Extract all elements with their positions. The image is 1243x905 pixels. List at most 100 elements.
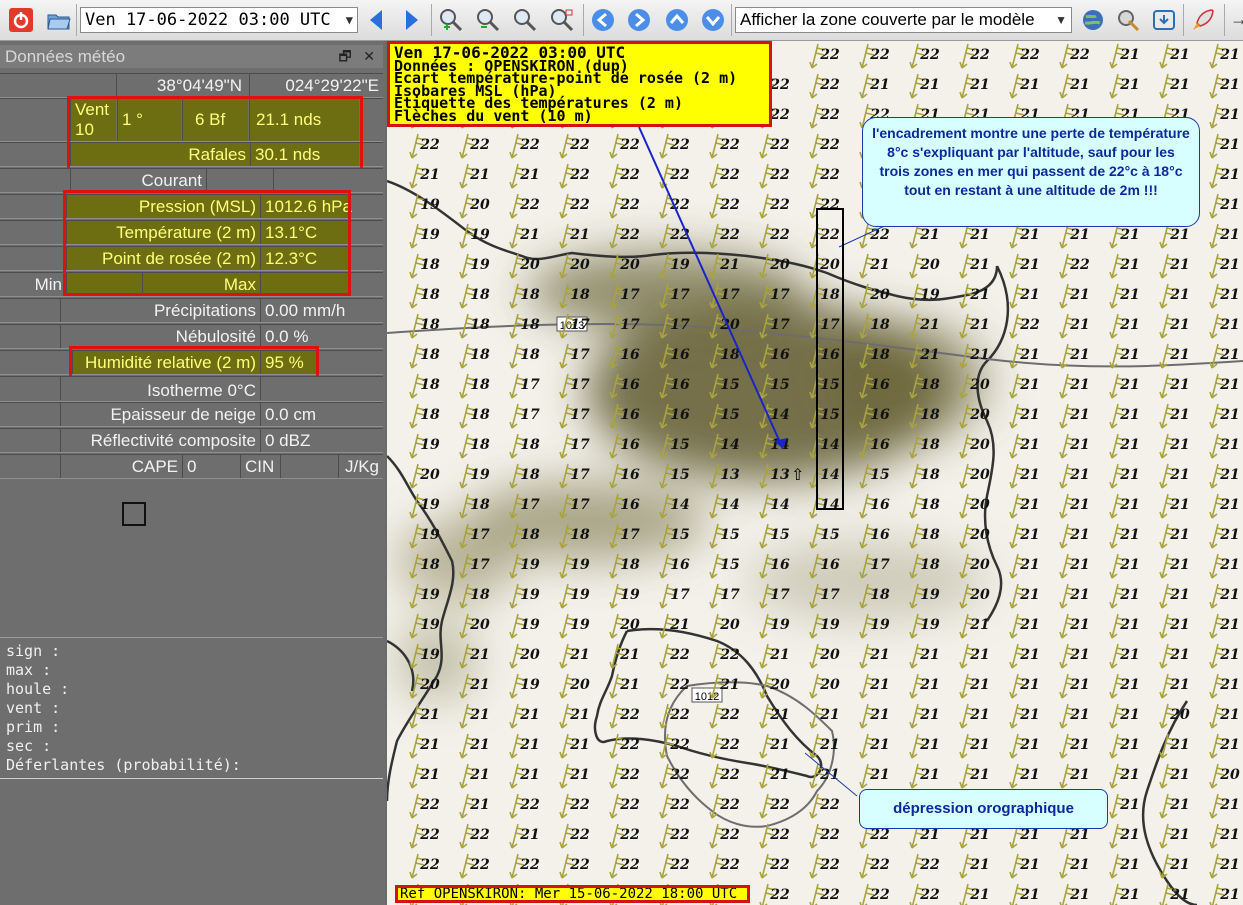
zoom-out-icon[interactable] — [475, 7, 501, 33]
temperature-label: 21 — [969, 647, 989, 663]
current-row: Courant — [0, 168, 383, 193]
temperature-label: 19 — [470, 257, 490, 273]
temperature-label: 21 — [1119, 377, 1139, 393]
temperature-label: 18 — [470, 437, 490, 453]
temperature-label: 21 — [1069, 827, 1089, 843]
temperature-label: 20 — [969, 467, 990, 483]
temperature-label: 21 — [1219, 797, 1239, 813]
date-select[interactable]: Ven 17-06-2022 03:00 UTC ▼ — [80, 7, 358, 33]
temperature-label: 21 — [1119, 677, 1139, 693]
temperature-label: 17 — [570, 377, 590, 393]
temperature-label: 21 — [769, 737, 789, 753]
temperature-label: 22 — [769, 827, 790, 843]
nav-down-icon[interactable] — [700, 7, 726, 33]
temperature-label: 19 — [820, 617, 840, 633]
temperature-label: 22 — [719, 707, 740, 723]
temperature-label: 18 — [570, 527, 590, 543]
temperature-label: 21 — [1169, 77, 1189, 93]
temperature-label: 21 — [1119, 497, 1139, 513]
temperature-label: 21 — [969, 317, 989, 333]
temperature-label: 22 — [1019, 47, 1040, 63]
temperature-label: 20 — [769, 257, 790, 273]
temperature-label: 21 — [1219, 887, 1239, 903]
wind-direction: 1 ° — [117, 99, 181, 141]
nav-right-icon[interactable] — [626, 7, 652, 33]
isotherm-label: Isotherme 0°C — [60, 377, 260, 400]
coords-row: 38°04'49"N 024°29'22"E — [0, 73, 383, 98]
temperature-label: 17 — [570, 437, 590, 453]
temperature-label: 19 — [520, 587, 540, 603]
rocket-icon[interactable] — [1190, 7, 1216, 33]
temperature-label: 18 — [420, 557, 440, 573]
temperature-label: 21 — [1169, 827, 1189, 843]
weather-map[interactable]: 1013 1012 222222222222212121222222222222… — [387, 41, 1243, 905]
cin-label: CIN — [240, 455, 280, 478]
restore-icon[interactable]: 🗗 — [338, 48, 351, 64]
nav-up-icon[interactable] — [664, 7, 690, 33]
temperature-label: 21 — [1119, 737, 1139, 753]
temperature-label: 15 — [770, 377, 789, 393]
temperature-label: 22 — [669, 137, 690, 153]
wave-line: Déferlantes (probabilité): — [6, 756, 241, 774]
temperature-label: 22 — [819, 77, 840, 93]
close-icon[interactable]: ✕ — [363, 48, 375, 64]
zoom-in-icon[interactable] — [438, 7, 464, 33]
temperature-label: 21 — [819, 707, 839, 723]
temperature-label: 18 — [470, 587, 490, 603]
temperature-label: 17 — [870, 557, 890, 573]
isotherm-value — [260, 377, 383, 400]
temperature-label: 22 — [419, 137, 440, 153]
temperature-label: 21 — [1069, 467, 1089, 483]
temperature-label: 21 — [1219, 527, 1239, 543]
settings-icon[interactable] — [1115, 7, 1141, 33]
temperature-label: 19 — [470, 227, 490, 243]
temperature-label: 21 — [1169, 857, 1189, 873]
overflow-icon[interactable]: → — [1230, 9, 1243, 30]
temperature-label: 21 — [919, 677, 939, 693]
temperature-label: 21 — [1119, 47, 1139, 63]
temperature-label: 22 — [819, 887, 840, 903]
temperature-label: 21 — [1019, 617, 1039, 633]
temperature-label: 21 — [919, 827, 939, 843]
chevron-down-icon: ▼ — [1055, 13, 1067, 27]
temperature-label: 15 — [820, 527, 839, 543]
temperature-label: 21 — [1219, 257, 1239, 273]
temperature-label: 21 — [1019, 407, 1039, 423]
temperature-label: 22 — [619, 737, 640, 753]
prev-arrow-icon[interactable] — [364, 7, 390, 33]
temperature-label: 20 — [819, 677, 840, 693]
zone-select[interactable]: Afficher la zone couverte par le modèle ▼ — [735, 7, 1072, 33]
temperature-label: 21 — [1219, 197, 1239, 213]
temperature-label: 21 — [419, 167, 439, 183]
temperature-label: 21 — [1169, 887, 1189, 903]
temperature-label: 21 — [1219, 377, 1239, 393]
temperature-label: 22 — [619, 857, 640, 873]
next-arrow-icon[interactable] — [398, 7, 424, 33]
temperature-label: 22 — [769, 107, 790, 123]
temperature-label: 14 — [770, 407, 789, 423]
temperature-label: 18 — [520, 287, 540, 303]
temperature-label: 21 — [1119, 437, 1139, 453]
power-icon[interactable] — [8, 7, 34, 33]
temperature-label: 22 — [819, 167, 840, 183]
temperature-label: 22 — [719, 767, 740, 783]
zoom-fit-icon[interactable] — [512, 7, 538, 33]
temperature-label: 21 — [1169, 257, 1189, 273]
wave-line: sign : — [6, 642, 61, 660]
nav-left-icon[interactable] — [590, 7, 616, 33]
temperature-label: 19 — [570, 587, 590, 603]
temperature-label: 18 — [570, 287, 590, 303]
pressure-label: Pression (MSL) — [66, 195, 260, 218]
temperature-label: 16 — [670, 347, 690, 363]
temperature-label: 19 — [420, 527, 440, 543]
temperature-label: 21 — [1219, 227, 1239, 243]
globe-icon[interactable] — [1080, 7, 1106, 33]
snow-value: 0.0 cm — [260, 403, 383, 426]
temperature-label: 22 — [769, 167, 790, 183]
open-folder-icon[interactable] — [46, 7, 72, 33]
temperature-label: 16 — [870, 497, 890, 513]
temperature-label: 21 — [1069, 227, 1089, 243]
zoom-area-icon[interactable] — [549, 7, 575, 33]
temperature-label: 21 — [1169, 647, 1189, 663]
download-icon[interactable] — [1151, 7, 1177, 33]
